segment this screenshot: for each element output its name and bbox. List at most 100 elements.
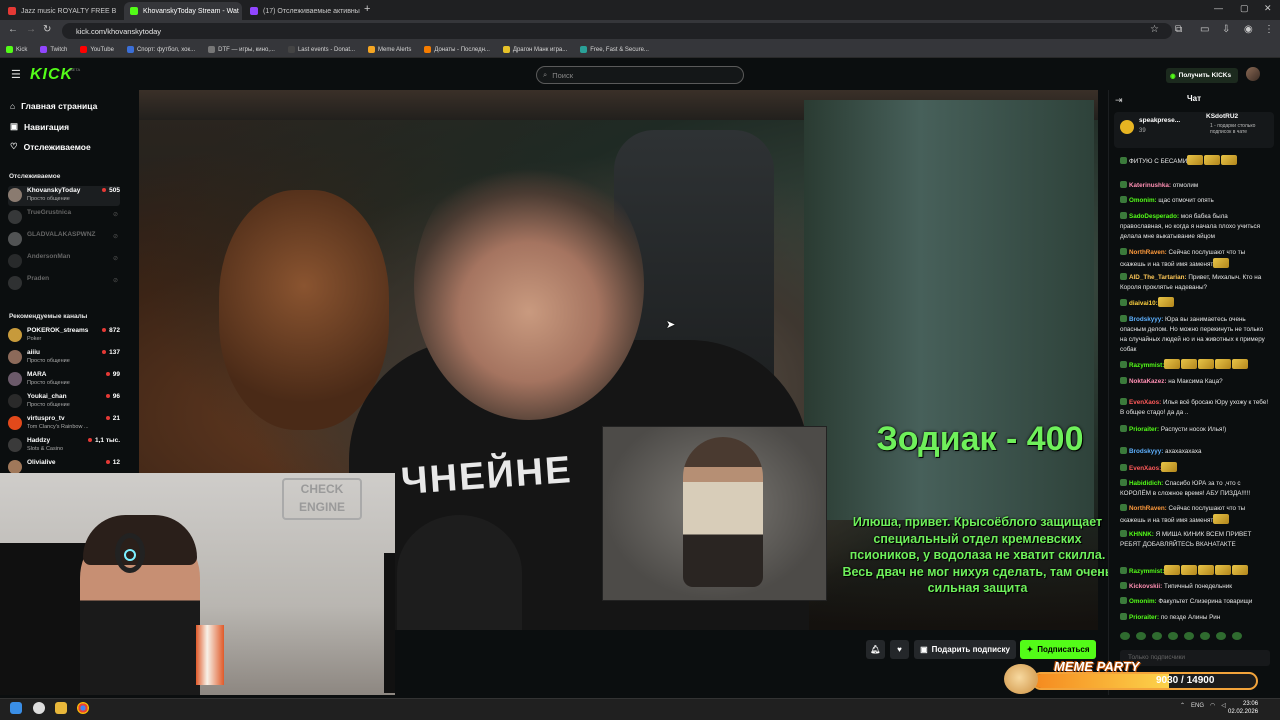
tray-chevron-icon[interactable]: ⌃ [1180, 702, 1185, 709]
chat-username[interactable]: Prioraiter: [1129, 426, 1159, 433]
chat-message[interactable]: Kickovskii: Типичный понедельник [1120, 582, 1270, 592]
reload-icon[interactable]: ↻ [43, 24, 51, 35]
pinned-gift-banner[interactable]: speakprese... 39 KSdotRU2 1 - подарки ст… [1114, 112, 1274, 148]
search-input[interactable]: ⌕ Поиск [536, 66, 744, 84]
chat-message[interactable]: AID_The_Tartarian: Привет, Михалыч. Кто … [1120, 273, 1270, 293]
chat-username[interactable]: Razymmist: [1129, 568, 1164, 575]
chat-username[interactable]: Omonim: [1129, 598, 1157, 605]
chat-message[interactable]: Omonim: Факультет Слизерина товарищи [1120, 597, 1270, 607]
chat-message[interactable]: NorthRaven: Сейчас послушают что ты скаж… [1120, 504, 1270, 526]
volume-icon[interactable]: ◁ [1221, 702, 1226, 709]
chat-message[interactable]: Habididich: Спасибо ЮРА за то ,что с КОР… [1120, 479, 1270, 499]
download-icon[interactable]: ⇩ [1222, 24, 1230, 35]
get-kicks-button[interactable]: ◉ Получить KICKs [1166, 68, 1238, 83]
bookmark-item[interactable]: Спорт: футбол, хок... [126, 46, 195, 53]
chat-username[interactable]: Brodskyyy: [1129, 448, 1163, 455]
chat-username[interactable]: NorthRaven: [1129, 249, 1167, 256]
chat-username[interactable]: Razymmist: [1129, 362, 1164, 369]
chat-message[interactable]: ФИТУЮ С БЕСАМИ [1120, 155, 1270, 167]
channel-item[interactable]: AndersonMan ⊘ [8, 252, 120, 272]
user-avatar[interactable] [1246, 67, 1260, 81]
emote-icon[interactable] [1200, 632, 1210, 640]
browser-tab-active[interactable]: KhovanskyToday Stream - Wat ✕ [124, 2, 242, 20]
close-window-icon[interactable]: ✕ [1264, 3, 1272, 14]
chat-username[interactable]: Brodskyyy: [1129, 316, 1163, 323]
bookmark-item[interactable]: Last events - Donat... [287, 46, 355, 53]
chat-message[interactable]: Razymmist: [1120, 565, 1270, 577]
chat-message[interactable]: KHNNK: Я МИША КИНИК ВСЕМ ПРИВЕТ РЕБЯТ ДО… [1120, 530, 1270, 550]
chat-username[interactable]: Prioraiter: [1129, 614, 1159, 621]
back-icon[interactable]: ← [8, 24, 18, 35]
chat-message[interactable]: Brodskyyy: Юра вы занимаетесь очень опас… [1120, 315, 1270, 355]
extensions-icon[interactable]: ⧉ [1175, 24, 1182, 35]
follow-button[interactable]: ♥ [890, 640, 909, 659]
subscribe-button[interactable]: ✦ Подписаться [1020, 640, 1096, 659]
nav-home[interactable]: ⌂ Главная страница [10, 101, 97, 111]
media-icon[interactable]: ▭ [1200, 24, 1209, 35]
forward-icon[interactable]: → [26, 24, 36, 35]
browser-tab[interactable]: (17) Отслеживаемые активны ✕ [244, 2, 362, 20]
bookmark-item[interactable]: DTF — игры, кино,... [208, 46, 275, 53]
chat-message[interactable]: Razymmist: [1120, 359, 1270, 371]
bookmark-item[interactable]: Free, Fast & Secure... [580, 46, 649, 53]
chat-username[interactable]: KHNNK: [1129, 531, 1154, 538]
channel-item[interactable]: TrueGrustnica ⊘ [8, 208, 120, 228]
chat-message[interactable]: Omonim: щас отмочит опять [1120, 196, 1270, 206]
chat-username[interactable]: EvenXaos: [1129, 465, 1161, 472]
bookmark-item[interactable]: YouTube [80, 46, 114, 53]
channel-item[interactable]: Haddzy Slots & Casino 1,1 тыс. [8, 436, 120, 456]
channel-item[interactable]: MARA Просто общение 99 [8, 370, 120, 390]
wifi-icon[interactable]: ◠ [1210, 702, 1215, 709]
chat-username[interactable]: SadoDesperado: [1129, 213, 1179, 220]
channel-item[interactable]: GLADVALAKASPWNZ ⊘ [8, 230, 120, 250]
chrome-icon[interactable] [77, 702, 89, 714]
chat-username[interactable]: Kickovskii: [1129, 583, 1162, 590]
chat-message[interactable]: Prioraiter: по пезде Алины Рин [1120, 613, 1270, 623]
folder-icon[interactable] [55, 702, 67, 714]
emote-icon[interactable] [1232, 632, 1242, 640]
chat-message[interactable]: NorthRaven: Сейчас послушают что ты скаж… [1120, 248, 1270, 270]
hamburger-menu-icon[interactable]: ☰ [11, 68, 21, 81]
url-field[interactable]: kick.com/khovanskytoday [62, 23, 1172, 39]
profile-icon[interactable]: ◉ [1244, 24, 1253, 35]
channel-item[interactable]: Youkai_chan Просто общение 96 [8, 392, 120, 412]
new-tab-button[interactable]: + [364, 3, 370, 15]
channel-item[interactable]: POKEROK_streams Poker 872 [8, 326, 120, 346]
kick-logo[interactable]: KICK [30, 66, 73, 84]
chat-username[interactable]: Omonim: [1129, 197, 1157, 204]
bookmark-item[interactable]: Донаты - Последн... [424, 46, 490, 53]
chat-username[interactable]: NoktaKazez: [1129, 378, 1166, 385]
nav-browse[interactable]: ▣ Навигация [10, 121, 69, 132]
emote-bar[interactable] [1120, 632, 1270, 642]
browser-tab[interactable]: Jazz music ROYALTY FREE B ✕ [2, 2, 120, 20]
chat-message[interactable]: Prioraiter: Распусти носок Илья!) [1120, 425, 1270, 435]
emote-icon[interactable] [1184, 632, 1194, 640]
chat-message[interactable]: EvenXaos: [1120, 462, 1270, 474]
chat-username[interactable]: NorthRaven: [1129, 505, 1167, 512]
system-tray[interactable]: ⌃ ENG ◠ ◁ [1180, 702, 1226, 710]
gift-sub-button[interactable]: ▣ Подарить подписку [914, 640, 1016, 659]
minimize-icon[interactable]: — [1214, 3, 1223, 13]
start-icon[interactable] [10, 702, 22, 714]
nav-following[interactable]: ♡ Отслеживаемое [10, 141, 91, 152]
emote-icon[interactable] [1152, 632, 1162, 640]
bookmark-item[interactable]: Kick [6, 46, 27, 53]
channel-item[interactable]: KhovanskyToday Просто общение 505 [8, 186, 120, 206]
chat-message[interactable]: diaivai10: [1120, 297, 1270, 309]
emote-icon[interactable] [1168, 632, 1178, 640]
emote-icon[interactable] [1120, 632, 1130, 640]
yandex-icon[interactable] [33, 702, 45, 714]
chat-username[interactable]: EvenXaos: [1129, 399, 1161, 406]
bookmark-star-icon[interactable]: ☆ [1150, 24, 1159, 35]
clock[interactable]: 23:06 02.02.2026 [1228, 700, 1258, 716]
chat-message[interactable]: Katerinushka: отмолим [1120, 181, 1270, 191]
menu-icon[interactable]: ⋮ [1264, 24, 1274, 35]
chat-message[interactable]: EvenXaos: Илья всё бросаю Юру ухожу к те… [1120, 398, 1270, 418]
bookmark-item[interactable]: Twitch [40, 46, 67, 53]
maximize-icon[interactable]: ▢ [1240, 3, 1249, 14]
chat-message[interactable]: NoktaKazez: на Максима Каца? [1120, 377, 1270, 387]
chat-username[interactable]: diaivai10: [1129, 300, 1158, 307]
bookmark-item[interactable]: Драгон Манк игра... [502, 46, 567, 53]
emote-icon[interactable] [1216, 632, 1226, 640]
chat-username[interactable]: Katerinushka: [1129, 182, 1171, 189]
